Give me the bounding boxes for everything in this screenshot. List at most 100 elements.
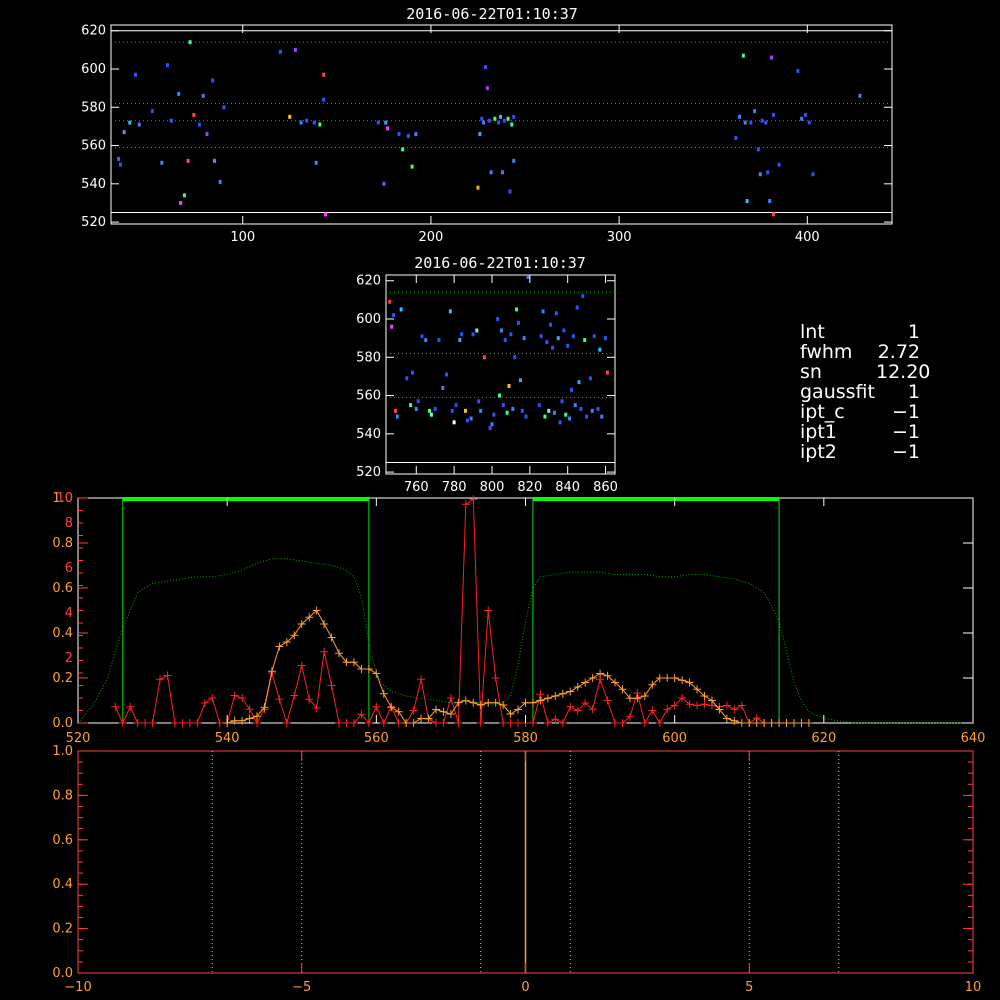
data-pixel <box>416 399 420 404</box>
y-tick-label: 580 <box>81 100 106 115</box>
data-pixel <box>218 179 222 184</box>
data-pixel <box>510 122 514 127</box>
data-pixel <box>493 116 497 121</box>
data-pixel <box>450 408 454 413</box>
data-pixel <box>554 311 558 316</box>
data-pixel <box>118 162 122 167</box>
data-pixel <box>547 408 551 413</box>
data-pixel <box>445 372 449 377</box>
data-pixel <box>508 189 512 194</box>
data-pixel <box>507 383 511 388</box>
data-pixel <box>165 63 169 68</box>
data-pixel <box>499 328 503 333</box>
data-pixel <box>489 170 493 175</box>
y-tick-label-secondary: 6 <box>65 561 73 576</box>
data-pixel <box>201 93 205 98</box>
data-pixel <box>482 355 486 360</box>
data-pixel <box>541 309 545 314</box>
data-pixel <box>150 109 154 114</box>
data-pixel <box>305 118 309 123</box>
data-pixel <box>796 68 800 73</box>
data-pixel <box>581 294 585 299</box>
info-label: lnt <box>800 321 825 343</box>
y-tick-label: 560 <box>356 389 381 404</box>
data-pixel <box>858 93 862 98</box>
y-tick-label-secondary: 10 <box>56 491 73 506</box>
data-pixel <box>545 339 549 344</box>
data-pixel <box>539 334 543 339</box>
data-pixel <box>476 185 480 190</box>
y-tick-label: 520 <box>81 215 106 230</box>
data-pixel <box>556 336 560 341</box>
data-pixel <box>605 370 609 375</box>
data-pixel <box>552 410 556 415</box>
data-pixel <box>463 408 467 413</box>
info-row-sn: sn 12.20 <box>800 361 931 383</box>
data-pixel <box>505 410 509 415</box>
data-pixel <box>503 338 507 343</box>
data-pixel <box>512 114 516 119</box>
data-pixel <box>428 408 432 413</box>
data-pixel <box>571 334 575 339</box>
data-pixel <box>192 112 196 117</box>
data-pixel <box>399 307 403 312</box>
y-tick-label: 560 <box>81 139 106 154</box>
x-tick-label: 780 <box>442 480 467 495</box>
x-tick-label: 820 <box>517 480 542 495</box>
data-pixel <box>560 399 564 404</box>
data-pixel <box>743 120 747 125</box>
data-pixel <box>549 322 553 327</box>
data-pixel <box>401 147 405 152</box>
data-pixel <box>160 160 164 165</box>
data-pixel <box>388 299 392 304</box>
data-pixel <box>465 418 469 423</box>
data-pixel <box>188 40 192 45</box>
data-pixel <box>513 355 517 360</box>
data-pixel <box>585 414 589 419</box>
x-tick-label: −10 <box>64 980 91 995</box>
data-pixel <box>777 162 781 167</box>
data-pixel <box>406 133 410 138</box>
data-pixel <box>738 114 742 119</box>
data-pixel <box>522 336 526 341</box>
data-pixel <box>390 324 394 329</box>
data-pixel <box>526 274 530 279</box>
data-pixel <box>577 380 581 385</box>
info-row-fwhm: fwhm 2.72 <box>800 342 920 362</box>
data-pixel <box>520 408 524 413</box>
data-pixel <box>458 338 462 343</box>
panel-1-title: 2016-06-22T01:10:37 <box>406 5 578 23</box>
data-pixel <box>177 91 181 96</box>
info-value: 12.20 <box>876 361 931 383</box>
data-pixel <box>604 336 608 341</box>
info-value: −1 <box>891 401 920 423</box>
data-pixel <box>424 338 428 343</box>
x-tick-label: 0 <box>521 980 529 995</box>
data-pixel <box>807 120 811 125</box>
data-pixel <box>573 403 577 408</box>
data-pixel <box>182 193 186 198</box>
data-pixel <box>760 118 764 123</box>
data-pixel <box>441 385 445 390</box>
data-pixel <box>518 378 522 383</box>
data-pixel <box>480 116 484 121</box>
y-tick-label-secondary: 4 <box>65 606 73 621</box>
data-pixel <box>384 120 388 125</box>
data-pixel <box>414 406 418 411</box>
info-value: 1 <box>907 381 920 403</box>
data-pixel <box>299 120 303 125</box>
data-pixel <box>512 158 516 163</box>
data-pixel <box>811 172 815 177</box>
info-row-ipt-c: ipt_c −1 <box>800 402 920 422</box>
data-pixel <box>501 403 505 408</box>
info-value: 2.72 <box>877 341 920 363</box>
data-pixel <box>803 112 807 117</box>
data-pixel <box>117 156 121 161</box>
data-pixel <box>502 118 506 123</box>
data-pixel <box>437 338 441 343</box>
data-pixel <box>169 118 173 123</box>
y-tick-label: 0.0 <box>52 966 73 981</box>
x-tick-label: 580 <box>513 731 538 746</box>
data-pixel <box>222 105 226 110</box>
x-tick-label: 300 <box>607 230 632 245</box>
